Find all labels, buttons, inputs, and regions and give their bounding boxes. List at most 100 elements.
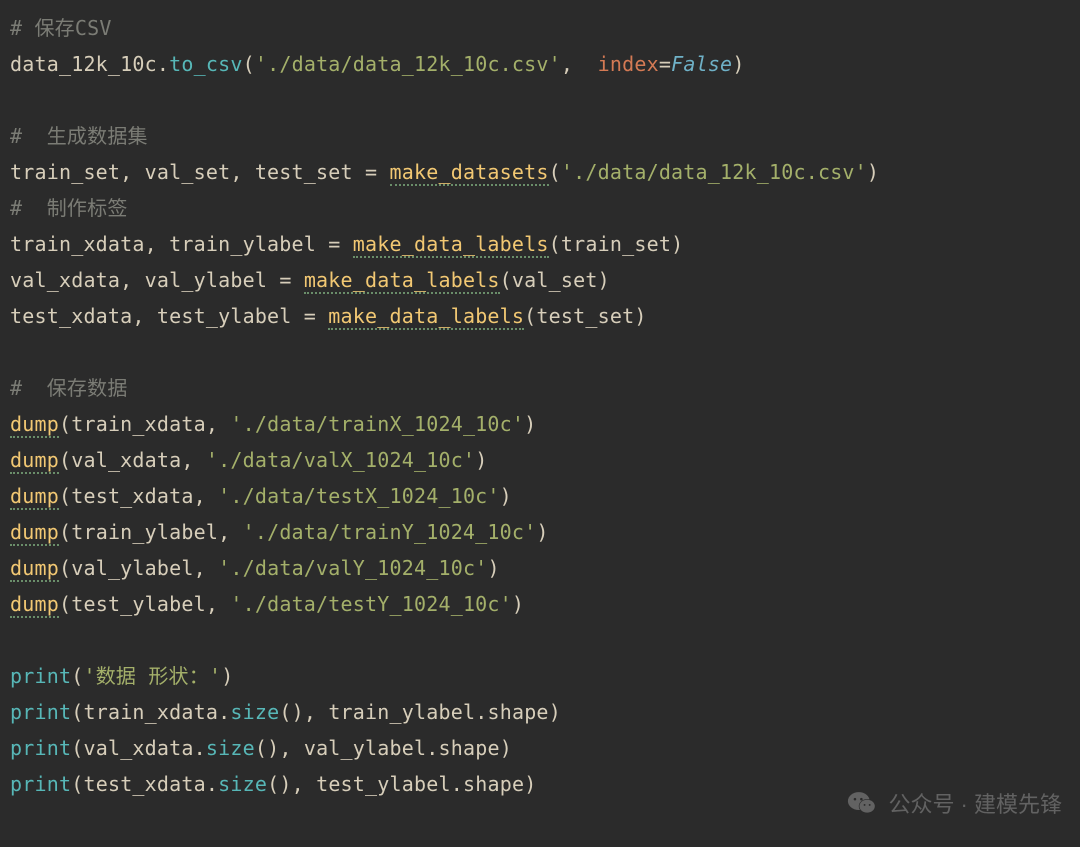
paren: ) xyxy=(475,448,487,472)
identifier: data_12k_10c xyxy=(10,52,157,76)
text: (), xyxy=(279,700,328,724)
code-block: # 保存CSV data_12k_10c.to_csv('./data/data… xyxy=(0,0,1080,812)
paren: ( xyxy=(524,304,536,328)
method-call: size xyxy=(230,700,279,724)
argument: val_ylabel, xyxy=(71,556,218,580)
paren: ( xyxy=(549,160,561,184)
paren: ( xyxy=(71,664,83,688)
paren: ( xyxy=(59,592,71,616)
comment: # 制作标签 xyxy=(10,196,128,220)
string-literal: './data/data_12k_10c.csv' xyxy=(255,52,561,76)
lhs: val_xdata, val_ylabel xyxy=(10,268,279,292)
identifier: val_xdata xyxy=(83,736,193,760)
argument: val_xdata, xyxy=(71,448,206,472)
paren: ( xyxy=(71,736,83,760)
literal-false: False xyxy=(671,52,732,76)
paren: ( xyxy=(59,520,71,544)
function-call: make_datasets xyxy=(390,160,549,186)
paren: ( xyxy=(500,268,512,292)
paren: ) xyxy=(487,556,499,580)
function-call: dump xyxy=(10,556,59,582)
paren: ) xyxy=(221,664,233,688)
paren: ) xyxy=(867,160,879,184)
identifier: train_ylabel xyxy=(328,700,475,724)
attribute: shape xyxy=(439,736,500,760)
space xyxy=(316,304,328,328)
paren: ( xyxy=(71,772,83,796)
comment: # 保存数据 xyxy=(10,376,128,400)
string-literal: './data/data_12k_10c.csv' xyxy=(561,160,867,184)
method-call: to_csv xyxy=(169,52,242,76)
attribute: shape xyxy=(463,772,524,796)
function-call: print xyxy=(10,736,71,760)
dot: . xyxy=(218,700,230,724)
function-call: print xyxy=(10,700,71,724)
kwarg: index xyxy=(598,52,659,76)
function-call: dump xyxy=(10,520,59,546)
string-literal: '数据 形状：' xyxy=(83,664,221,688)
function-call: dump xyxy=(10,484,59,510)
paren: ( xyxy=(243,52,255,76)
function-call: make_data_labels xyxy=(328,304,524,330)
comment: # 保存CSV xyxy=(10,16,112,40)
comma: , xyxy=(561,52,598,76)
function-call: dump xyxy=(10,412,59,438)
space xyxy=(292,268,304,292)
string-literal: './data/trainY_1024_10c' xyxy=(243,520,537,544)
equals: = xyxy=(365,160,377,184)
identifier: test_ylabel xyxy=(316,772,451,796)
paren: ( xyxy=(59,556,71,580)
identifier: val_ylabel xyxy=(304,736,426,760)
paren: ) xyxy=(500,736,512,760)
argument: test_ylabel, xyxy=(71,592,230,616)
paren: ) xyxy=(524,772,536,796)
space xyxy=(377,160,389,184)
text: (), xyxy=(255,736,304,760)
string-literal: './data/testX_1024_10c' xyxy=(218,484,500,508)
function-call: dump xyxy=(10,592,59,618)
paren: ) xyxy=(524,412,536,436)
function-call: print xyxy=(10,772,71,796)
paren: ( xyxy=(549,232,561,256)
paren: ( xyxy=(71,700,83,724)
dot: . xyxy=(206,772,218,796)
paren: ) xyxy=(732,52,744,76)
dot: . xyxy=(451,772,463,796)
lhs: train_xdata, train_ylabel xyxy=(10,232,328,256)
argument: test_set xyxy=(536,304,634,328)
lhs: test_xdata, test_ylabel xyxy=(10,304,304,328)
lhs: train_set, val_set, test_set xyxy=(10,160,365,184)
paren: ( xyxy=(59,412,71,436)
string-literal: './data/testY_1024_10c' xyxy=(230,592,512,616)
method-call: size xyxy=(206,736,255,760)
string-literal: './data/valX_1024_10c' xyxy=(206,448,475,472)
space xyxy=(341,232,353,256)
equals: = xyxy=(659,52,671,76)
identifier: test_xdata xyxy=(83,772,205,796)
dot: . xyxy=(475,700,487,724)
identifier: train_xdata xyxy=(83,700,218,724)
function-call: dump xyxy=(10,448,59,474)
argument: test_xdata, xyxy=(71,484,218,508)
paren: ) xyxy=(671,232,683,256)
paren: ) xyxy=(500,484,512,508)
paren: ) xyxy=(598,268,610,292)
paren: ) xyxy=(634,304,646,328)
paren: ) xyxy=(512,592,524,616)
argument: train_set xyxy=(561,232,671,256)
paren: ( xyxy=(59,448,71,472)
dot: . xyxy=(194,736,206,760)
string-literal: './data/valY_1024_10c' xyxy=(218,556,487,580)
argument: train_ylabel, xyxy=(71,520,242,544)
paren: ( xyxy=(59,484,71,508)
equals: = xyxy=(328,232,340,256)
argument: val_set xyxy=(512,268,598,292)
text: (), xyxy=(267,772,316,796)
dot: . xyxy=(157,52,169,76)
function-call: make_data_labels xyxy=(353,232,549,258)
equals: = xyxy=(279,268,291,292)
equals: = xyxy=(304,304,316,328)
paren: ) xyxy=(536,520,548,544)
comment: # 生成数据集 xyxy=(10,124,148,148)
function-call: print xyxy=(10,664,71,688)
